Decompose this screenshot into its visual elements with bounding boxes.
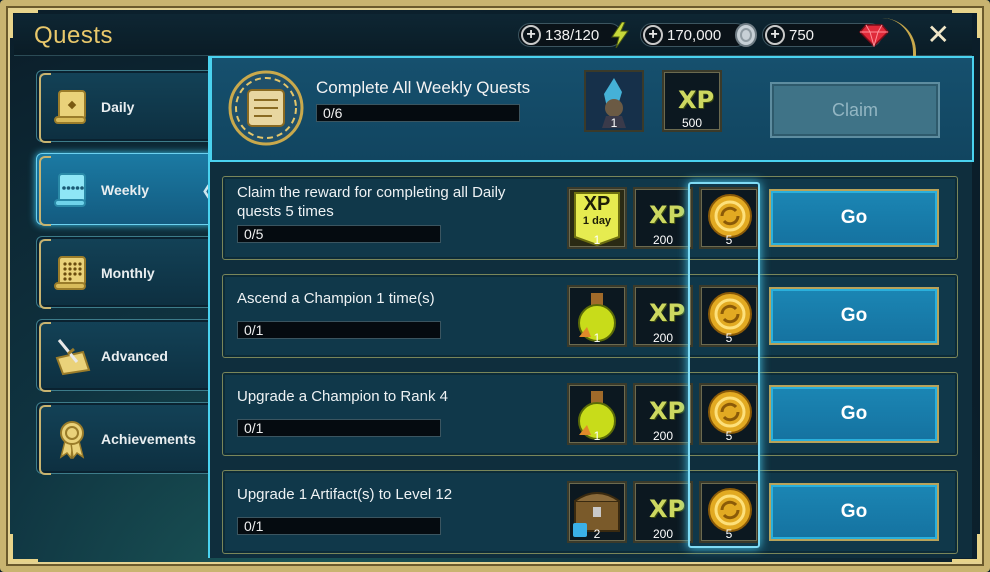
gem-value: 750 bbox=[789, 26, 815, 44]
reward-count: 5 bbox=[725, 331, 733, 345]
quest-row: Claim the reward for completing all Dail… bbox=[222, 176, 958, 260]
tab-label: Achievements bbox=[101, 431, 196, 447]
weekly-summary: Complete All Weekly Quests 0/6 1 XP 500 … bbox=[210, 56, 974, 162]
add-gem-icon[interactable]: + bbox=[765, 25, 785, 45]
xp-icon: XP bbox=[649, 299, 686, 327]
go-button[interactable]: Go bbox=[769, 287, 939, 345]
silver-coin-icon bbox=[731, 20, 761, 50]
tab-label: Daily bbox=[101, 99, 135, 115]
quest-title: Claim the reward for completing all Dail… bbox=[237, 184, 506, 220]
tab-weekly[interactable]: Weekly ❮ bbox=[36, 153, 216, 226]
reward-xp[interactable]: XP 500 bbox=[662, 70, 722, 132]
energy-counter[interactable]: + 138/120 bbox=[518, 22, 629, 48]
monthly-scroll-icon bbox=[53, 253, 91, 293]
medal-ribbon-icon bbox=[53, 419, 91, 460]
reward-count: 500 bbox=[681, 116, 703, 130]
quest-row: Upgrade 1 Artifact(s) to Level 12 0/1 2 … bbox=[222, 470, 958, 554]
quest-title: Upgrade 1 Artifact(s) to Level 12 bbox=[237, 486, 453, 503]
header-ornament bbox=[882, 18, 916, 58]
add-energy-icon[interactable]: + bbox=[521, 25, 541, 45]
tab-label: Advanced bbox=[101, 348, 168, 364]
claim-button[interactable]: Claim bbox=[770, 82, 940, 138]
quest-progress-bar: 0/1 bbox=[237, 419, 441, 437]
summary-title: Complete All Weekly Quests bbox=[316, 78, 531, 97]
quest-row: Upgrade a Champion to Rank 4 0/1 1 XP 20… bbox=[222, 372, 958, 456]
reward-xp[interactable]: XP 200 bbox=[633, 187, 693, 249]
sword-map-icon bbox=[53, 336, 91, 376]
quest-progress-bar: 0/1 bbox=[237, 517, 441, 535]
xp-icon: XP bbox=[678, 86, 715, 114]
summary-progress-bar: 0/6 bbox=[316, 104, 520, 122]
reward-count: 200 bbox=[652, 527, 674, 541]
reward-count: 1 bbox=[593, 331, 601, 345]
reward-xp[interactable]: XP 200 bbox=[633, 285, 693, 347]
tab-label: Monthly bbox=[101, 265, 155, 281]
xp-icon: XP bbox=[649, 495, 686, 523]
reward-xp[interactable]: XP 200 bbox=[633, 481, 693, 543]
add-silver-icon[interactable]: + bbox=[643, 25, 663, 45]
tab-achievements[interactable]: Achievements bbox=[36, 402, 216, 475]
reward-count: 5 bbox=[725, 527, 733, 541]
reward-xp[interactable]: XP 200 bbox=[633, 383, 693, 445]
silver-counter[interactable]: + 170,000 bbox=[640, 23, 757, 47]
reward-xp-boost[interactable]: XP 1 day 1 bbox=[567, 187, 627, 249]
quest-progress-bar: 0/1 bbox=[237, 321, 441, 339]
quest-progress-bar: 0/5 bbox=[237, 225, 441, 243]
go-button[interactable]: Go bbox=[769, 483, 939, 541]
tab-daily[interactable]: Daily bbox=[36, 70, 216, 143]
tab-advanced[interactable]: Advanced bbox=[36, 319, 216, 392]
xp-boost-duration: 1 day bbox=[582, 215, 612, 227]
quest-row: Ascend a Champion 1 time(s) 0/1 1 XP 200… bbox=[222, 274, 958, 358]
scroll-icon bbox=[53, 87, 91, 127]
reward-count: 1 bbox=[593, 233, 601, 247]
reward-chest[interactable]: 2 bbox=[567, 481, 627, 543]
reward-count: 1 bbox=[610, 116, 618, 130]
tab-label: Weekly bbox=[101, 182, 149, 198]
energy-value: 138/120 bbox=[545, 26, 600, 44]
header-bar: Quests + 138/120 + 170,000 + 750 ✕ bbox=[14, 14, 972, 58]
reward-champion[interactable]: 1 bbox=[584, 70, 644, 132]
close-icon[interactable]: ✕ bbox=[927, 18, 950, 51]
weekly-scroll-icon bbox=[53, 170, 91, 210]
reward-count: 2 bbox=[593, 527, 601, 541]
quest-title: Upgrade a Champion to Rank 4 bbox=[237, 388, 448, 405]
frame-corner bbox=[10, 534, 38, 562]
go-button[interactable]: Go bbox=[769, 189, 939, 247]
xp-boost-label: XP bbox=[583, 193, 611, 215]
reward-count: 5 bbox=[725, 233, 733, 247]
silver-value: 170,000 bbox=[667, 26, 722, 44]
xp-icon: XP bbox=[649, 397, 686, 425]
reward-coin[interactable]: 5 bbox=[699, 187, 759, 249]
reward-count: 5 bbox=[725, 429, 733, 443]
reward-potion[interactable]: 1 bbox=[567, 285, 627, 347]
reward-coin[interactable]: 5 bbox=[699, 383, 759, 445]
tab-monthly[interactable]: Monthly bbox=[36, 236, 216, 309]
reward-potion[interactable]: 1 bbox=[567, 383, 627, 445]
xp-icon: XP bbox=[649, 201, 686, 229]
quest-panel: Complete All Weekly Quests 0/6 1 XP 500 … bbox=[208, 56, 974, 558]
energy-bolt-icon bbox=[605, 20, 635, 50]
reward-count: 200 bbox=[652, 233, 674, 247]
weekly-medal-icon bbox=[226, 68, 306, 148]
reward-count: 1 bbox=[593, 429, 601, 443]
reward-count: 200 bbox=[652, 429, 674, 443]
go-button[interactable]: Go bbox=[769, 385, 939, 443]
reward-coin[interactable]: 5 bbox=[699, 481, 759, 543]
reward-count: 200 bbox=[652, 331, 674, 345]
gem-counter[interactable]: + 750 bbox=[762, 23, 889, 47]
quest-title: Ascend a Champion 1 time(s) bbox=[237, 290, 435, 307]
page-title: Quests bbox=[34, 22, 114, 49]
reward-coin[interactable]: 5 bbox=[699, 285, 759, 347]
